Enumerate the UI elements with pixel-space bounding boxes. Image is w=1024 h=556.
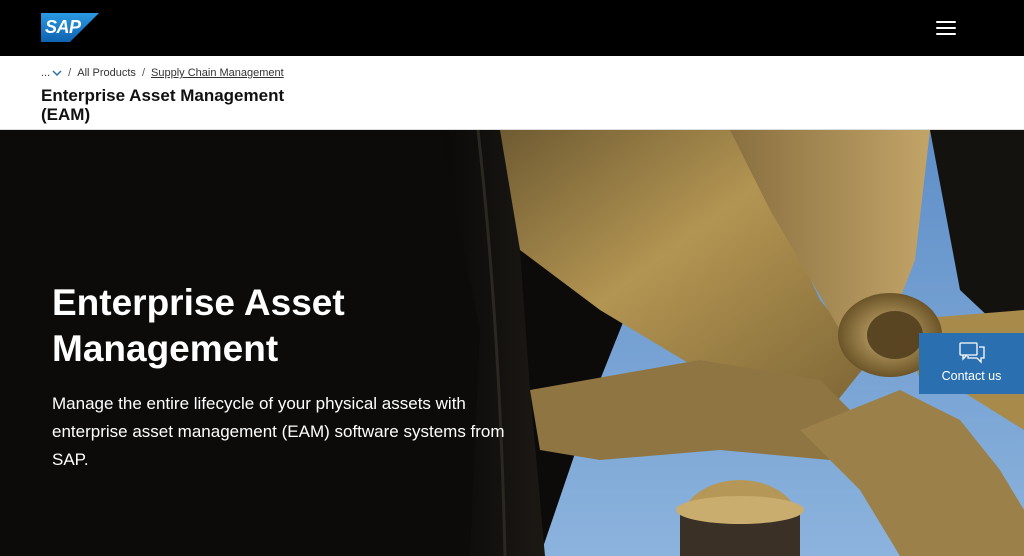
breadcrumb-item-all-products[interactable]: All Products (77, 67, 136, 79)
logo-text: SAP (45, 17, 81, 37)
contact-us-button[interactable]: Contact us (919, 333, 1024, 394)
chevron-down-icon (52, 69, 62, 76)
contact-us-label: Contact us (941, 369, 1002, 383)
hero-description: Manage the entire lifecycle of your phys… (52, 394, 505, 469)
sap-logo[interactable]: SAP (41, 13, 99, 42)
breadcrumb-item-supply-chain-management[interactable]: Supply Chain Management (151, 67, 284, 79)
breadcrumb: ... / All Products / Supply Chain Manage… (41, 67, 284, 79)
hero-banner: Enterprise Asset Management Manage the e… (0, 130, 1024, 556)
breadcrumb-separator: / (68, 67, 72, 79)
hero-title: Enterprise Asset Management (52, 282, 345, 369)
page-title: Enterprise Asset Management (EAM) (41, 86, 285, 124)
product-subheader: ... / All Products / Supply Chain Manage… (0, 56, 1024, 130)
breadcrumb-separator: / (141, 67, 145, 79)
breadcrumb-more-label: ... (41, 67, 51, 79)
top-navigation-bar: SAP (0, 0, 1024, 56)
chat-bubbles-icon (959, 342, 985, 364)
breadcrumb-more-button[interactable]: ... (41, 67, 62, 79)
hamburger-menu-icon[interactable] (934, 18, 958, 38)
